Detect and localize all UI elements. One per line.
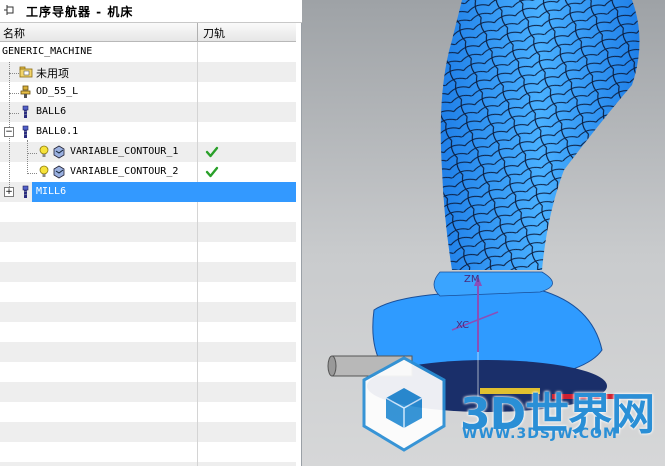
- navigator-title: 工序导航器 - 机床: [26, 5, 134, 19]
- cutter-icon: [22, 185, 29, 198]
- column-header-toolpath[interactable]: 刀轨: [203, 25, 225, 41]
- tree-row-label: 未用项: [36, 67, 69, 80]
- cutter-icon: [22, 105, 29, 118]
- collapse-toggle[interactable]: −: [4, 127, 14, 137]
- watermark-logo: [362, 356, 446, 452]
- pin-icon[interactable]: [3, 4, 15, 16]
- folder-icon: [19, 66, 33, 78]
- check-icon: [205, 166, 219, 178]
- selection-highlight: [32, 182, 296, 202]
- navigator-titlebar: 工序导航器 - 机床: [0, 0, 302, 23]
- tree-row-label: BALL6: [36, 106, 67, 117]
- tool-holder-icon: [20, 85, 31, 98]
- operation-icon: [53, 145, 65, 159]
- tree-row-label: MILL6: [36, 186, 67, 197]
- check-icon: [205, 146, 219, 158]
- tree-row-label: OD_55_L: [36, 86, 79, 97]
- tree-row-label: BALL0.1: [36, 126, 79, 137]
- tree-row-label: VARIABLE_CONTOUR_2: [70, 166, 179, 177]
- column-header-name[interactable]: 名称: [3, 25, 25, 41]
- tree-rows: GENERIC_MACHINE 未用项 OD_55_L BALL6 − BALL…: [0, 42, 296, 466]
- cutter-icon: [22, 125, 29, 138]
- axis-label-xc: XC: [456, 320, 469, 331]
- tree-row-label: VARIABLE_CONTOUR_1: [70, 146, 179, 157]
- axis-label-zm: ZM: [464, 274, 479, 285]
- lightbulb-icon: [39, 165, 49, 177]
- tree-row-unused-items[interactable]: 未用项: [0, 62, 296, 82]
- tree-row-ball0-1[interactable]: − BALL0.1: [0, 122, 296, 142]
- tree-row-od-55-l[interactable]: OD_55_L: [0, 82, 296, 102]
- column-header: 名称 刀轨: [0, 23, 296, 42]
- tree-row-mill6[interactable]: + MILL6: [0, 182, 296, 202]
- tree-row-generic-machine[interactable]: GENERIC_MACHINE: [0, 42, 296, 62]
- tree-row-variable-contour-2[interactable]: VARIABLE_CONTOUR_2: [0, 162, 296, 182]
- tree-row-ball6[interactable]: BALL6: [0, 102, 296, 122]
- expand-toggle[interactable]: +: [4, 187, 14, 197]
- operation-navigator: 工序导航器 - 机床 名称 刀轨 GENERIC_MACHINE 未用项 OD_…: [0, 0, 302, 466]
- operation-icon: [53, 165, 65, 179]
- tree-row-variable-contour-1[interactable]: VARIABLE_CONTOUR_1: [0, 142, 296, 162]
- watermark-url: WWW.3DSJW.COM: [462, 426, 618, 442]
- tree-row-label: GENERIC_MACHINE: [2, 46, 93, 57]
- column-divider[interactable]: [197, 23, 198, 41]
- lightbulb-icon: [39, 145, 49, 157]
